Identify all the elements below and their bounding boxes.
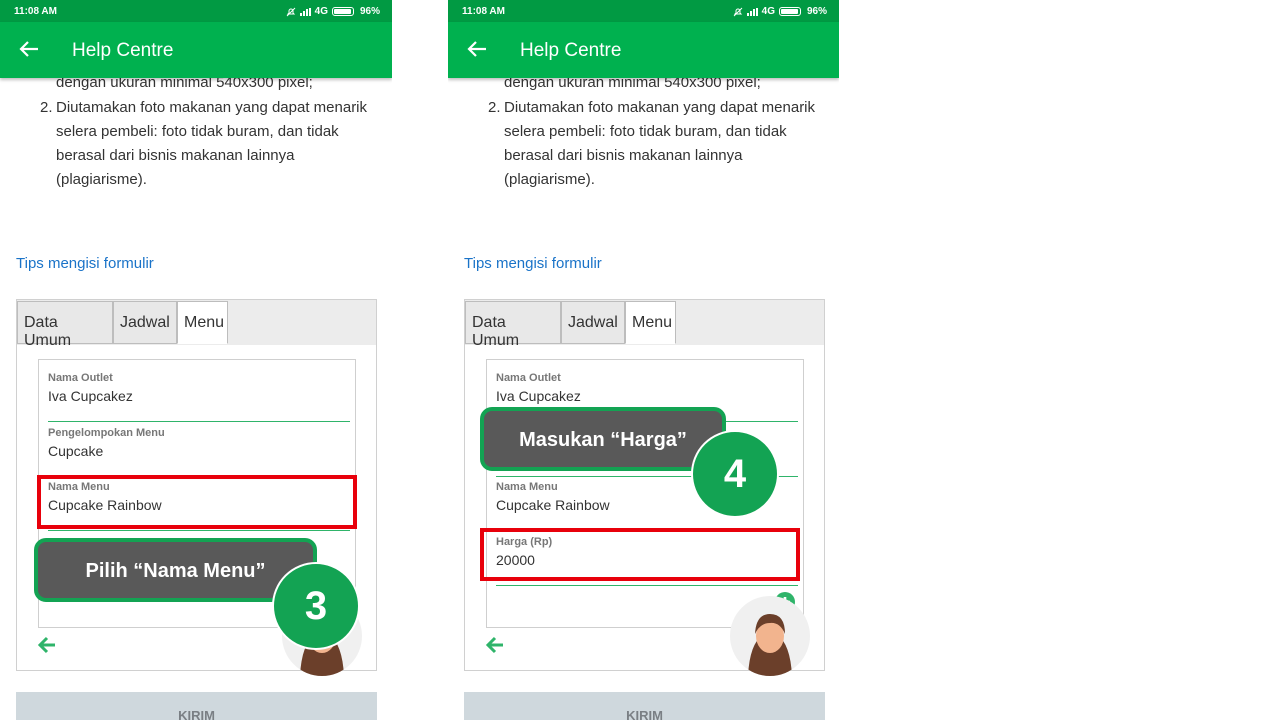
list-number: 2. [488, 99, 501, 116]
tab-menu[interactable]: Menu [625, 301, 676, 344]
pengelompokan-menu-field[interactable]: Pengelompokan Menu Cupcake [48, 427, 350, 477]
status-time: 11:08 AM [462, 6, 505, 17]
field-label: Pengelompokan Menu [48, 427, 165, 439]
field-value: Iva Cupcakez [496, 388, 581, 404]
battery-icon [778, 7, 801, 16]
avatar[interactable] [730, 596, 810, 676]
status-time: 11:08 AM [14, 6, 57, 17]
field-label: Nama Outlet [48, 372, 113, 384]
tips-link[interactable]: Tips mengisi formulir [464, 255, 602, 272]
phone-screen-right: 11:08 AM 4G 96% Help Centre dengan ukura… [448, 0, 839, 720]
arrow-left-icon[interactable] [37, 635, 57, 655]
status-icons: 4G 96% [733, 6, 827, 17]
phone-screen-left: 11:08 AM 4G 96% Help Centre dengan ukura… [0, 0, 392, 720]
tab-bar: Data Umum Jadwal Menu [17, 300, 376, 349]
highlight-box [37, 475, 357, 529]
tab-jadwal[interactable]: Jadwal [113, 301, 177, 344]
list-number: 2. [40, 99, 53, 116]
mute-icon [286, 7, 295, 16]
tab-data-umum[interactable]: Data Umum [17, 301, 113, 349]
tab-bar: Data Umum Jadwal Menu [465, 300, 824, 349]
field-label: Nama Menu [496, 481, 558, 493]
list-text: Diutamakan foto makanan yang dapat menar… [504, 99, 816, 188]
battery-level: 96% [359, 6, 380, 17]
page-title: Help Centre [72, 40, 174, 61]
tab-menu[interactable]: Menu [177, 301, 228, 344]
tips-link[interactable]: Tips mengisi formulir [16, 255, 154, 272]
nama-outlet-field[interactable]: Nama Outlet Iva Cupcakez [48, 372, 350, 422]
step-number-badge: 4 [691, 430, 779, 518]
submit-button[interactable]: KIRIM [464, 692, 825, 720]
status-bar: 11:08 AM 4G 96% [0, 0, 392, 22]
network-type: 4G [761, 6, 775, 17]
battery-icon [331, 7, 354, 16]
submit-button[interactable]: KIRIM [16, 692, 377, 720]
step-number-badge: 3 [272, 562, 360, 650]
status-icons: 4G 96% [286, 6, 380, 17]
status-bar: 11:08 AM 4G 96% [448, 0, 839, 22]
instruction-callout: Masukan “Harga” [480, 407, 726, 471]
back-arrow-icon[interactable] [466, 38, 488, 60]
signal-icon [299, 7, 311, 16]
avatar-illustration [748, 614, 792, 676]
battery-level: 96% [806, 6, 827, 17]
app-bar: Help Centre [0, 22, 392, 78]
signal-icon [746, 7, 758, 16]
list-text: Diutamakan foto makanan yang dapat menar… [56, 99, 368, 188]
highlight-box [480, 528, 800, 581]
tab-jadwal[interactable]: Jadwal [561, 301, 625, 344]
app-bar: Help Centre [448, 22, 839, 78]
page-title: Help Centre [520, 40, 622, 61]
network-type: 4G [314, 6, 328, 17]
field-value: Cupcake [48, 443, 104, 459]
back-arrow-icon[interactable] [18, 38, 40, 60]
field-value: Iva Cupcakez [48, 388, 133, 404]
field-label: Nama Outlet [496, 372, 561, 384]
mute-icon [733, 7, 742, 16]
tab-data-umum[interactable]: Data Umum [465, 301, 561, 349]
arrow-left-icon[interactable] [485, 635, 505, 655]
field-value: Cupcake Rainbow [496, 497, 610, 513]
